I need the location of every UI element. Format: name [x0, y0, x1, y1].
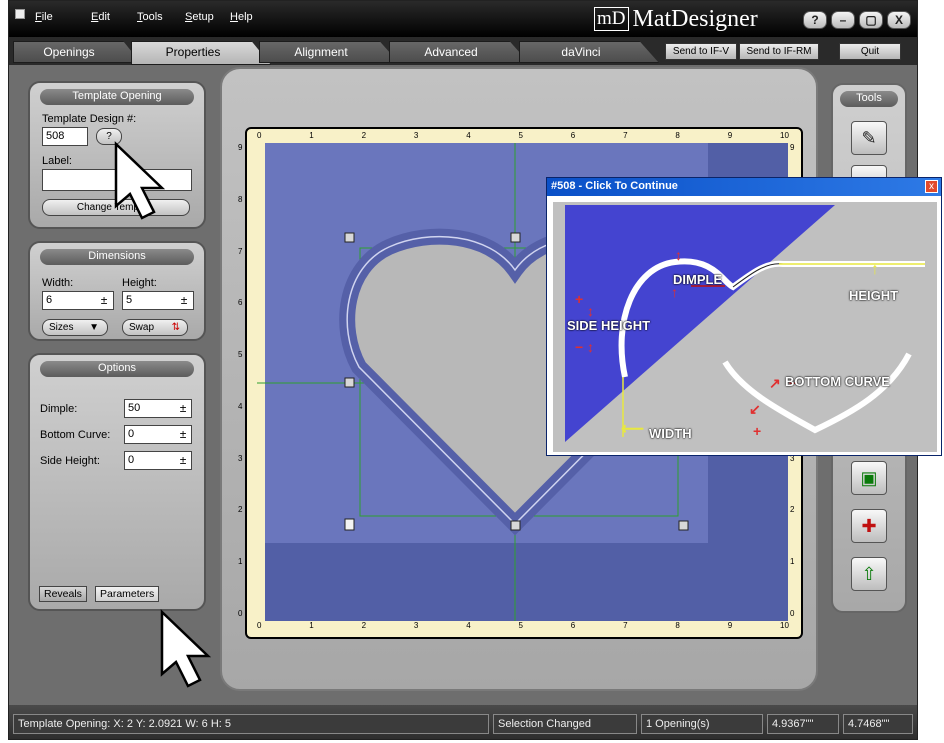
- ruler-tick-label: 5: [238, 350, 243, 360]
- template-help-popup[interactable]: #508 - Click To Continue x ↕ ↑ + ↕ − ↕ ↗…: [546, 177, 942, 456]
- ruler-tick-label: 4: [466, 131, 471, 140]
- ruler-tick-label: 2: [361, 621, 367, 630]
- ruler-tick-label: 9: [727, 621, 733, 630]
- popup-title[interactable]: #508 - Click To Continue: [547, 178, 941, 196]
- ruler-tick-label: 9: [727, 131, 733, 140]
- ruler-tick-label: 10: [780, 621, 789, 630]
- ruler-tick-label: 0: [257, 131, 262, 140]
- svg-text:↕: ↕: [675, 247, 682, 263]
- ruler-tick-label: 2: [790, 505, 795, 515]
- popup-label-side-height: SIDE HEIGHT: [567, 318, 651, 333]
- svg-text:↑: ↑: [871, 261, 879, 278]
- svg-text:−: −: [575, 339, 583, 355]
- status-dim-2: 4.7468"": [843, 714, 913, 734]
- ruler-tick-label: 6: [238, 298, 243, 308]
- status-bar: Template Opening: X: 2 Y: 2.0921 W: 6 H:…: [9, 705, 917, 739]
- ruler-tick-label: 7: [623, 621, 628, 630]
- ruler-tick-label: 7: [238, 246, 243, 256]
- popup-diagram: ↕ ↑ + ↕ − ↕ ↗ ↙ − + ↑ ⟵ DIMPLE HEIGHT SI…: [553, 202, 937, 452]
- status-opening-count: 1 Opening(s): [641, 714, 763, 734]
- ruler-tick-label: 3: [413, 131, 419, 140]
- popup-label-bottom-curve: BOTTOM CURVE: [785, 374, 890, 389]
- ruler-tick-label: 4: [466, 621, 471, 630]
- status-dim-1: 4.9367"": [767, 714, 839, 734]
- ruler-tick-label: 9: [238, 143, 243, 152]
- ruler-tick-label: 1: [309, 131, 314, 140]
- popup-label-dimple: DIMPLE: [673, 272, 723, 287]
- popup-label-height: HEIGHT: [849, 288, 899, 303]
- ruler-tick-label: 0: [790, 609, 795, 618]
- mouse-cursor-icon-2: [160, 609, 212, 688]
- ruler-tick-label: 5: [518, 131, 523, 140]
- svg-text:↕: ↕: [587, 303, 594, 319]
- ruler-tick-label: 0: [257, 621, 262, 630]
- ruler-tick-label: 2: [238, 505, 243, 515]
- status-opening-info: Template Opening: X: 2 Y: 2.0921 W: 6 H:…: [13, 714, 489, 734]
- svg-text:↙: ↙: [749, 401, 761, 417]
- status-message: Selection Changed: [493, 714, 637, 734]
- svg-text:↗: ↗: [769, 375, 781, 391]
- ruler-tick-label: 0: [238, 609, 243, 618]
- ruler-tick-label: 8: [675, 131, 680, 140]
- center-tool-icon[interactable]: ✚: [851, 509, 887, 543]
- ruler-tick-label: 4: [238, 401, 243, 411]
- ruler-tick-label: 9: [790, 143, 795, 152]
- ruler-tick-label: 3: [238, 453, 243, 463]
- svg-text:⟵: ⟵: [621, 421, 644, 438]
- svg-text:+: +: [753, 423, 761, 439]
- close-icon[interactable]: x: [925, 180, 938, 193]
- mouse-cursor-icon: [114, 141, 166, 220]
- ruler-tick-label: 6: [570, 131, 576, 140]
- ruler-tick-label: 10: [780, 131, 789, 140]
- ruler-tick-label: 1: [309, 621, 314, 630]
- ruler-tick-label: 8: [675, 621, 680, 630]
- up-arrow-icon[interactable]: ⇧: [851, 557, 887, 591]
- ruler-tick-label: 7: [623, 131, 628, 140]
- svg-text:↕: ↕: [587, 339, 594, 355]
- ruler-tick-label: 3: [413, 621, 419, 630]
- pencil-tool-icon[interactable]: ✎: [851, 121, 887, 155]
- ruler-tick-label: 1: [238, 557, 243, 567]
- ruler-tick-label: 2: [361, 131, 367, 140]
- tools-panel-title: Tools: [840, 91, 898, 107]
- ruler-tick-label: 1: [790, 557, 795, 567]
- ruler-tick-label: 6: [570, 621, 576, 630]
- svg-text:+: +: [575, 291, 583, 307]
- ruler-tick-label: 5: [518, 621, 523, 630]
- popup-label-width: WIDTH: [649, 426, 692, 441]
- ruler-tick-label: 8: [238, 194, 243, 204]
- frame-tool-icon[interactable]: ▣: [851, 461, 887, 495]
